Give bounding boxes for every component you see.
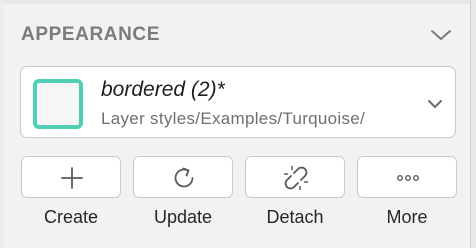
chevron-down-icon[interactable]	[430, 25, 452, 45]
create-label: Create	[43, 207, 99, 227]
more-label: More	[386, 207, 428, 227]
appearance-section-header[interactable]: APPEARANCE	[21, 22, 457, 48]
update-label: Update	[153, 207, 213, 227]
style-preview-swatch	[33, 79, 83, 129]
ellipsis-icon	[395, 165, 421, 191]
panel-top-strip	[0, 0, 476, 4]
layer-style-name: bordered (2)*	[101, 78, 225, 101]
refresh-icon	[171, 165, 197, 191]
panel-right-gutter	[471, 0, 476, 248]
detach-button[interactable]	[245, 156, 345, 198]
detach-label: Detach	[266, 207, 324, 227]
panel-left-edge	[0, 0, 4, 248]
update-button[interactable]	[133, 156, 233, 198]
section-title: APPEARANCE	[21, 24, 161, 45]
plus-icon	[59, 165, 85, 191]
create-button[interactable]	[21, 156, 121, 198]
layer-style-path: Layer styles/Examples/Turquoise/	[101, 109, 366, 128]
broken-link-icon	[283, 165, 309, 191]
chevron-down-icon	[426, 97, 444, 109]
more-button[interactable]	[357, 156, 457, 198]
layer-style-select[interactable]: bordered (2)* Layer styles/Examples/Turq…	[20, 66, 456, 138]
